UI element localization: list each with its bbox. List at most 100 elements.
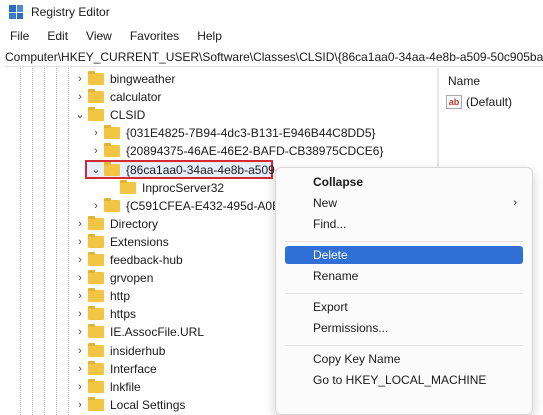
context-menu-item-permissions[interactable]: Permissions... bbox=[285, 319, 523, 337]
tree-item-label: Directory bbox=[110, 216, 159, 231]
context-menu-label: Permissions... bbox=[313, 321, 389, 335]
folder-icon bbox=[120, 179, 136, 194]
context-menu: Collapse New › Find... Delete Rename Export Per… bbox=[275, 167, 533, 415]
tree-item-label: {20894375-46AE-46E2-BAFD-CB38975CDCE6} bbox=[126, 144, 384, 159]
context-menu-item-rename[interactable]: Rename bbox=[285, 267, 523, 285]
tree-item[interactable]: › Directory bbox=[74, 215, 158, 233]
folder-icon bbox=[88, 306, 104, 321]
chevron-right-icon[interactable]: › bbox=[74, 251, 86, 269]
context-menu-item-copy-key-name[interactable]: Copy Key Name bbox=[285, 350, 523, 368]
folder-icon bbox=[88, 233, 104, 248]
tree-item-label: Local Settings bbox=[110, 397, 186, 412]
chevron-right-icon[interactable]: › bbox=[90, 142, 102, 160]
tree-item[interactable]: › calculator bbox=[74, 88, 161, 106]
chevron-down-icon[interactable]: ⌄ bbox=[90, 161, 102, 179]
tree-item[interactable]: › lnkfile bbox=[74, 378, 141, 396]
title-bar: Registry Editor bbox=[0, 0, 543, 24]
tree-item-selected[interactable]: ⌄ {86ca1aa0-34aa-4e8b-a509- bbox=[90, 161, 279, 179]
chevron-right-icon[interactable]: › bbox=[74, 323, 86, 341]
context-menu-item-go-to-hkey-local-machine[interactable]: Go to HKEY_LOCAL_MACHINE bbox=[285, 371, 523, 389]
tree-item[interactable]: InprocServer32 bbox=[106, 179, 224, 197]
context-menu-label: New bbox=[313, 196, 338, 210]
chevron-right-icon[interactable]: › bbox=[74, 269, 86, 287]
column-header-name[interactable]: Name bbox=[448, 74, 480, 88]
folder-icon bbox=[88, 360, 104, 375]
tree-item-label: lnkfile bbox=[110, 379, 141, 394]
context-menu-item-collapse[interactable]: Collapse bbox=[285, 173, 523, 191]
value-row[interactable]: ab (Default) bbox=[446, 95, 512, 109]
registry-editor-icon bbox=[9, 5, 23, 19]
tree-item-label: feedback-hub bbox=[110, 253, 183, 267]
tree-item-label: Interface bbox=[110, 361, 157, 376]
context-menu-item-find[interactable]: Find... bbox=[285, 215, 523, 233]
tree-item[interactable]: › {031E4825-7B94-4dc3-B131-E946B44C8DD5} bbox=[90, 124, 376, 142]
tree-item[interactable]: › grvopen bbox=[74, 269, 153, 287]
tree-item[interactable]: › IE.AssocFile.URL bbox=[74, 323, 204, 341]
menu-view[interactable]: View bbox=[76, 29, 120, 43]
chevron-right-icon[interactable]: › bbox=[74, 287, 86, 305]
window-title: Registry Editor bbox=[31, 5, 110, 19]
menu-edit[interactable]: Edit bbox=[37, 29, 76, 43]
tree-item[interactable]: › feedback-hub bbox=[74, 251, 183, 269]
no-chevron bbox=[106, 179, 118, 197]
context-menu-label: Collapse bbox=[313, 175, 364, 189]
tree-item-label: grvopen bbox=[110, 271, 154, 286]
tree-item[interactable]: › Interface bbox=[74, 360, 157, 378]
chevron-right-icon[interactable]: › bbox=[74, 215, 86, 233]
chevron-down-icon[interactable]: ⌄ bbox=[74, 106, 86, 124]
folder-icon bbox=[104, 125, 120, 140]
chevron-right-icon[interactable]: › bbox=[74, 342, 86, 360]
tree-item-label: http bbox=[110, 289, 131, 304]
folder-icon bbox=[88, 89, 104, 104]
value-name: (Default) bbox=[466, 95, 513, 109]
folder-icon bbox=[104, 143, 120, 158]
chevron-right-icon[interactable]: › bbox=[74, 233, 86, 251]
context-menu-item-new[interactable]: New › bbox=[285, 194, 523, 212]
tree-item[interactable]: › bingweather bbox=[74, 70, 175, 88]
tree-item[interactable]: › http bbox=[74, 287, 130, 305]
chevron-right-icon[interactable]: › bbox=[90, 197, 102, 215]
menu-help[interactable]: Help bbox=[187, 29, 230, 43]
chevron-right-icon[interactable]: › bbox=[74, 360, 86, 378]
menu-favorites[interactable]: Favorites bbox=[120, 29, 187, 43]
tree-item-label: insiderhub bbox=[110, 343, 166, 358]
context-menu-item-delete[interactable]: Delete bbox=[285, 246, 523, 264]
folder-icon bbox=[88, 396, 104, 411]
menu-file[interactable]: File bbox=[0, 29, 37, 43]
folder-icon bbox=[88, 252, 104, 266]
menu-separator bbox=[285, 241, 523, 242]
folder-icon bbox=[88, 324, 104, 339]
folder-icon bbox=[104, 197, 120, 212]
tree-item-label: {C591CFEA-E432-495d-A0BE bbox=[126, 198, 289, 213]
folder-icon bbox=[88, 215, 104, 230]
chevron-right-icon[interactable]: › bbox=[74, 70, 86, 88]
tree-item-label: calculator bbox=[110, 90, 162, 105]
chevron-right-icon[interactable]: › bbox=[90, 124, 102, 142]
menu-separator bbox=[285, 345, 523, 346]
menu-separator bbox=[285, 293, 523, 294]
tree-item-label: Extensions bbox=[110, 234, 169, 249]
context-menu-item-export[interactable]: Export bbox=[285, 298, 523, 316]
tree-item[interactable]: › Extensions bbox=[74, 233, 169, 251]
tree-item[interactable]: › Local Settings bbox=[74, 396, 185, 414]
chevron-right-icon[interactable]: › bbox=[74, 88, 86, 106]
folder-icon bbox=[88, 270, 104, 285]
tree-item[interactable]: › insiderhub bbox=[74, 342, 165, 360]
context-menu-label: Copy Key Name bbox=[313, 352, 401, 366]
context-menu-label: Delete bbox=[313, 248, 348, 262]
address-bar[interactable]: Computer\HKEY_CURRENT_USER\Software\Clas… bbox=[5, 48, 543, 67]
context-menu-label: Find... bbox=[313, 217, 347, 231]
tree-item-label: bingweather bbox=[110, 72, 176, 86]
tree-item-label: InprocServer32 bbox=[142, 180, 225, 195]
folder-icon bbox=[88, 107, 104, 122]
tree-item[interactable]: › {20894375-46AE-46E2-BAFD-CB38975CDCE6} bbox=[90, 142, 384, 160]
tree-item-label: https bbox=[110, 307, 137, 322]
chevron-right-icon[interactable]: › bbox=[74, 396, 86, 414]
tree-item-label: CLSID bbox=[110, 108, 146, 123]
tree-item[interactable]: › {C591CFEA-E432-495d-A0BE bbox=[90, 197, 288, 215]
chevron-right-icon[interactable]: › bbox=[74, 305, 86, 323]
tree-item[interactable]: › https bbox=[74, 305, 136, 323]
chevron-right-icon[interactable]: › bbox=[74, 378, 86, 396]
tree-item-label: {86ca1aa0-34aa-4e8b-a509- bbox=[126, 162, 279, 177]
tree-item[interactable]: ⌄ CLSID bbox=[74, 106, 145, 124]
